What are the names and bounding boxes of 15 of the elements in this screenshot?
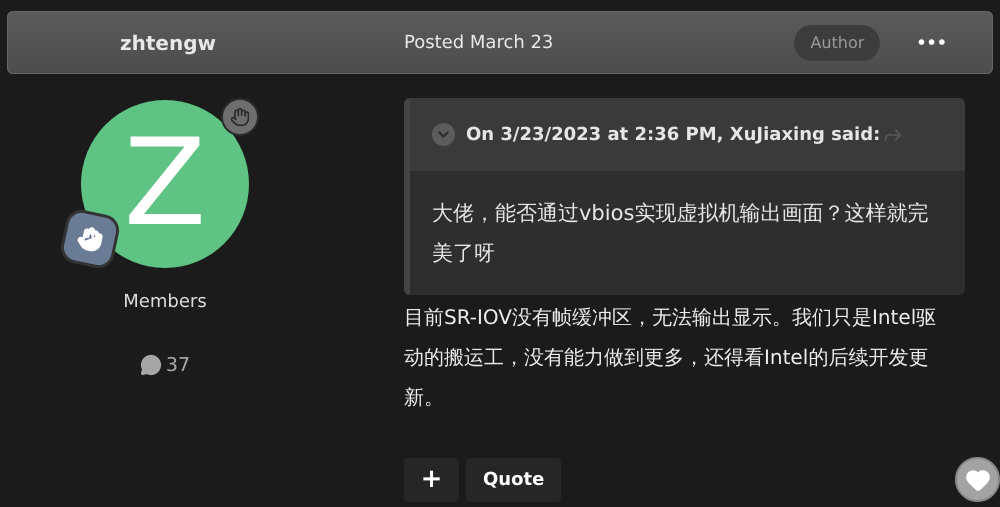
quote-text: 大佬，能否通过vbios实现虚拟机输出画面？这样就完美了呀 <box>431 200 930 267</box>
like-button[interactable] <box>955 457 1000 502</box>
collapse-icon[interactable] <box>432 123 455 146</box>
hand-icon <box>221 98 259 136</box>
quote-citation: On 3/23/2023 at 2:36 PM, XuJiaxing said: <box>466 123 880 147</box>
post-body: 目前SR-IOV没有帧缓冲区，无法输出显示。我们只是Intel驱动的搬运工，没有能力做到更多，还得看Intel的后续开发更新。 <box>404 304 938 411</box>
post-date: Posted March 23 <box>404 31 554 55</box>
post-count: 37 <box>166 353 190 378</box>
plus-button[interactable]: + <box>404 458 459 502</box>
quote-button[interactable]: Quote <box>466 458 562 502</box>
author-name[interactable]: zhtengw <box>8 28 328 58</box>
more-options-button[interactable]: ••• <box>916 34 947 50</box>
comment-icon <box>140 354 162 376</box>
member-group: Members <box>123 288 207 315</box>
author-badge: Author <box>794 24 880 60</box>
